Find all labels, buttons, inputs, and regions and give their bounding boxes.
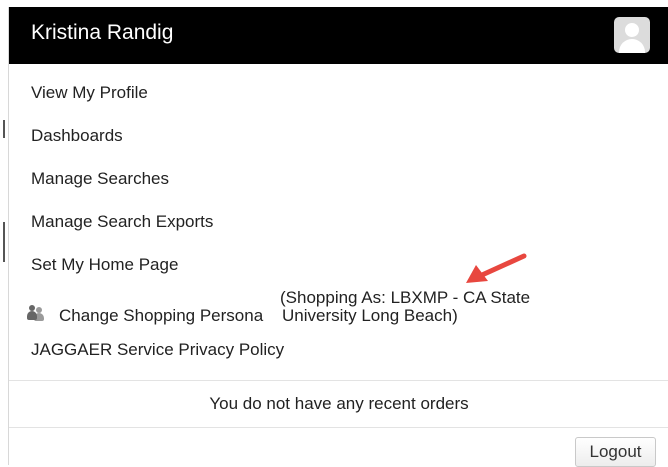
shopping-as-text-continued: University Long Beach): [282, 306, 458, 325]
shopping-as-text: (Shopping As: LBXMP - CA State: [280, 288, 531, 307]
avatar-head: [625, 23, 639, 37]
background-fragment: [3, 222, 5, 262]
menu-item-manage-searches[interactable]: Manage Searches: [31, 169, 169, 189]
logout-button[interactable]: Logout: [575, 437, 656, 467]
menu-item-manage-search-exports[interactable]: Manage Search Exports: [31, 212, 213, 232]
persona-icon: [27, 305, 47, 321]
user-menu-header: Kristina Randig: [9, 7, 668, 64]
menu-item-view-my-profile[interactable]: View My Profile: [31, 83, 148, 103]
annotation-arrow-icon: [466, 253, 527, 283]
user-name: Kristina Randig: [31, 21, 174, 44]
menu-item-set-my-home-page[interactable]: Set My Home Page: [31, 255, 178, 275]
recent-orders-message: You do not have any recent orders: [209, 394, 469, 413]
user-menu-panel: Kristina Randig View My Profile Dashboar…: [8, 7, 668, 467]
recent-orders-section: You do not have any recent orders: [9, 381, 668, 427]
change-shopping-persona-item[interactable]: Change Shopping Persona (Shopping As: LB…: [27, 288, 547, 330]
background-edge: [0, 0, 8, 465]
avatar-body: [619, 39, 645, 53]
divider: [9, 427, 668, 428]
user-avatar-icon[interactable]: [614, 17, 650, 53]
menu-item-dashboards[interactable]: Dashboards: [31, 126, 123, 146]
background-fragment: [3, 120, 5, 138]
menu-item-privacy-policy[interactable]: JAGGAER Service Privacy Policy: [31, 340, 284, 360]
change-shopping-persona-label: Change Shopping Persona: [59, 306, 264, 325]
